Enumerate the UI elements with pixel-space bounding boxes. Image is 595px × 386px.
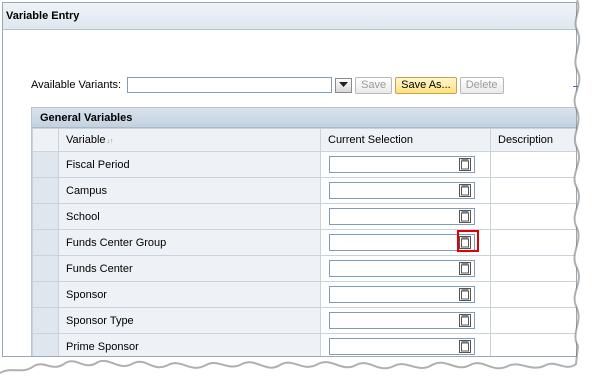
variable-entry-window: Variable Entry Available Variants: Save … — [2, 2, 577, 357]
current-selection-input[interactable] — [329, 338, 475, 355]
description-cell — [490, 281, 576, 308]
description-cell — [490, 229, 576, 256]
column-variable-label: Variable — [66, 134, 106, 146]
sort-icon: ↓↑ — [106, 138, 114, 145]
table-row: Prime Sponsor — [32, 333, 576, 356]
row-selector[interactable] — [32, 307, 59, 334]
current-selection-cell — [320, 203, 491, 230]
save-as-button[interactable]: Save As... — [395, 76, 457, 94]
window-title: Variable Entry — [3, 3, 576, 30]
row-selector[interactable] — [32, 203, 59, 230]
column-header-description[interactable]: Description — [490, 128, 576, 152]
table-header-row: Variable↓↑ Current Selection Description — [32, 128, 576, 152]
variable-name: Sponsor Type — [58, 307, 321, 334]
current-selection-input[interactable] — [329, 260, 475, 277]
description-cell — [490, 203, 576, 230]
table-row: Sponsor — [32, 281, 576, 308]
table-row: Funds Center — [32, 255, 576, 282]
variable-name: Sponsor — [58, 281, 321, 308]
variables-table: Variable↓↑ Current Selection Description… — [32, 128, 576, 356]
variants-select[interactable] — [127, 77, 333, 93]
description-cell — [490, 333, 576, 356]
select-all-column[interactable] — [32, 128, 59, 152]
multiple-selection-icon[interactable] — [459, 288, 471, 301]
table-row: Funds Center Group — [32, 229, 576, 256]
row-selector[interactable] — [32, 151, 59, 178]
overflow-link-fragment — [573, 86, 587, 87]
variable-name: Funds Center Group — [58, 229, 321, 256]
row-selector[interactable] — [32, 255, 59, 282]
table-row: Fiscal Period — [32, 151, 576, 178]
variants-dropdown-button[interactable] — [335, 77, 353, 93]
current-selection-cell — [320, 151, 491, 178]
current-selection-cell — [320, 255, 491, 282]
row-selector[interactable] — [32, 281, 59, 308]
multiple-selection-icon[interactable] — [459, 340, 471, 353]
multiple-selection-icon[interactable] — [459, 314, 471, 327]
row-selector[interactable] — [32, 177, 59, 204]
current-selection-input[interactable] — [329, 230, 479, 252]
triangle-down-icon — [339, 82, 349, 87]
current-selection-cell — [320, 307, 491, 334]
general-variables-title: General Variables — [32, 108, 576, 128]
current-selection-input[interactable] — [329, 208, 475, 225]
variants-row: Available Variants: Save Save As... Dele… — [31, 74, 576, 96]
row-selector[interactable] — [32, 229, 59, 256]
description-cell — [490, 177, 576, 204]
screenshot-stage: Variable Entry Available Variants: Save … — [0, 0, 595, 386]
table-row: School — [32, 203, 576, 230]
current-selection-cell — [320, 333, 491, 356]
general-variables-section: General Variables Variable↓↑ Current Sel… — [31, 107, 576, 356]
delete-button[interactable]: Delete — [459, 76, 504, 94]
description-cell — [490, 255, 576, 282]
row-selector[interactable] — [32, 333, 59, 356]
current-selection-input[interactable] — [329, 182, 475, 199]
highlight-box — [457, 230, 479, 252]
variable-name: Campus — [58, 177, 321, 204]
multiple-selection-icon[interactable] — [459, 262, 471, 275]
current-selection-cell — [320, 177, 491, 204]
table-row: Campus — [32, 177, 576, 204]
table-row: Sponsor Type — [32, 307, 576, 334]
multiple-selection-icon[interactable] — [459, 158, 471, 171]
save-button[interactable]: Save — [355, 76, 393, 94]
variable-name: Funds Center — [58, 255, 321, 282]
current-selection-input[interactable] — [329, 286, 475, 303]
current-selection-input[interactable] — [329, 156, 475, 173]
variable-name: School — [58, 203, 321, 230]
column-header-variable[interactable]: Variable↓↑ — [58, 128, 321, 152]
current-selection-cell — [320, 281, 491, 308]
description-cell — [490, 151, 576, 178]
multiple-selection-icon[interactable] — [459, 210, 471, 223]
current-selection-input[interactable] — [329, 312, 475, 329]
description-cell — [490, 307, 576, 334]
column-header-current-selection[interactable]: Current Selection — [320, 128, 491, 152]
multiple-selection-icon[interactable] — [459, 184, 471, 197]
current-selection-cell — [320, 229, 491, 256]
variable-name: Prime Sponsor — [58, 333, 321, 356]
variable-name: Fiscal Period — [58, 151, 321, 178]
variants-label: Available Variants: — [31, 79, 122, 91]
